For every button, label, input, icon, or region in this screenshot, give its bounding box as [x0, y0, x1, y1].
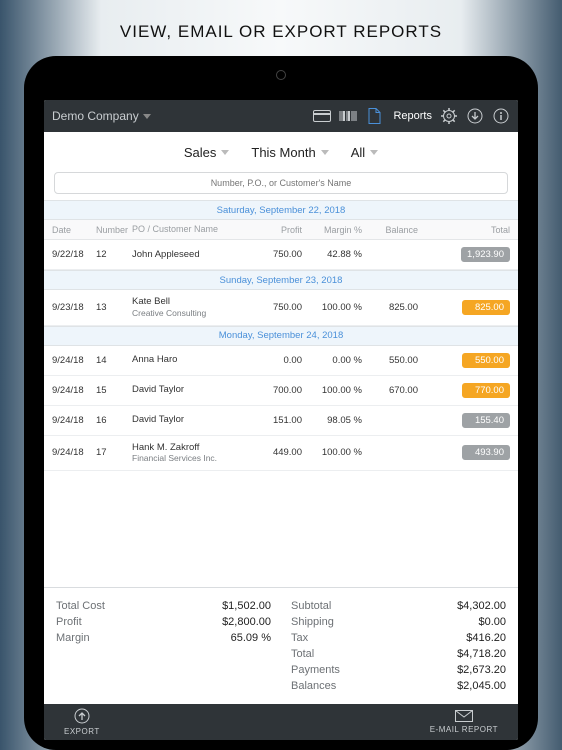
document-icon[interactable]: [365, 107, 383, 125]
marketing-banner: VIEW, EMAIL OR EXPORT REPORTS: [0, 0, 562, 54]
summary-line: Total Cost$1,502.00: [56, 598, 271, 614]
chevron-down-icon: [221, 150, 229, 155]
cell-total: 770.00: [418, 383, 510, 398]
cell-total: 550.00: [418, 353, 510, 368]
cell-customer: Kate BellCreative Consulting: [132, 296, 252, 319]
cell-customer: David Taylor: [132, 414, 252, 426]
gear-icon[interactable]: [440, 107, 458, 125]
cell-margin: 100.00 %: [302, 385, 362, 396]
card-icon[interactable]: [313, 107, 331, 125]
barcode-icon[interactable]: [339, 107, 357, 125]
cell-total: 493.90: [418, 445, 510, 460]
summary-line: Balances$2,045.00: [291, 678, 506, 694]
cell-date: 9/24/18: [52, 447, 96, 458]
cell-customer: Anna Haro: [132, 354, 252, 366]
cell-profit: 151.00: [252, 415, 302, 426]
cell-margin: 42.88 %: [302, 249, 362, 260]
cell-number: 15: [96, 385, 132, 396]
cell-profit: 700.00: [252, 385, 302, 396]
app-footer: EXPORT E-MAIL REPORT: [44, 704, 518, 740]
info-icon[interactable]: [492, 107, 510, 125]
camera-dot: [276, 70, 286, 80]
date-section-header: Monday, September 24, 2018: [44, 326, 518, 346]
cell-total: 155.40: [418, 413, 510, 428]
cell-balance: 550.00: [362, 355, 418, 366]
cell-number: 13: [96, 302, 132, 313]
cell-total: 825.00: [418, 300, 510, 315]
chevron-down-icon: [321, 150, 329, 155]
table-row[interactable]: 9/23/18 13 Kate BellCreative Consulting …: [44, 290, 518, 326]
date-section-header: Sunday, September 23, 2018: [44, 270, 518, 290]
table-row[interactable]: 9/24/18 15 David Taylor 700.00 100.00 % …: [44, 376, 518, 406]
app-screen: Demo Company Reports: [44, 100, 518, 740]
table-row[interactable]: 9/24/18 14 Anna Haro 0.00 0.00 % 550.00 …: [44, 346, 518, 376]
summary-line: Margin65.09 %: [56, 630, 271, 646]
cell-date: 9/24/18: [52, 385, 96, 396]
cell-profit: 750.00: [252, 302, 302, 313]
cell-number: 12: [96, 249, 132, 260]
cell-number: 14: [96, 355, 132, 366]
summary-line: Tax$416.20: [291, 630, 506, 646]
column-headers: DateNumber PO / Customer NameProfit Marg…: [44, 220, 518, 240]
filter-row: Sales This Month All: [44, 132, 518, 172]
reports-label: Reports: [393, 110, 432, 122]
cell-balance: 670.00: [362, 385, 418, 396]
cell-profit: 0.00: [252, 355, 302, 366]
cell-customer: David Taylor: [132, 384, 252, 396]
cell-customer: John Appleseed: [132, 249, 252, 261]
cell-profit: 750.00: [252, 249, 302, 260]
filter-period[interactable]: This Month: [251, 145, 328, 160]
summary-panel: Total Cost$1,502.00Profit$2,800.00Margin…: [44, 587, 518, 704]
tablet-frame: Demo Company Reports: [24, 56, 538, 750]
cell-number: 16: [96, 415, 132, 426]
cell-margin: 98.05 %: [302, 415, 362, 426]
summary-line: Profit$2,800.00: [56, 614, 271, 630]
cell-customer: Hank M. ZakroffFinancial Services Inc.: [132, 442, 252, 465]
company-name: Demo Company: [52, 109, 139, 123]
filter-scope[interactable]: All: [351, 145, 378, 160]
summary-line: Total$4,718.20: [291, 646, 506, 662]
summary-line: Subtotal$4,302.00: [291, 598, 506, 614]
cell-margin: 0.00 %: [302, 355, 362, 366]
table-row[interactable]: 9/24/18 16 David Taylor 151.00 98.05 % 1…: [44, 406, 518, 436]
summary-line: Payments$2,673.20: [291, 662, 506, 678]
cell-date: 9/24/18: [52, 355, 96, 366]
report-table: Saturday, September 22, 2018 DateNumber …: [44, 200, 518, 587]
chevron-down-icon: [370, 150, 378, 155]
cell-total: 1,923.90: [418, 247, 510, 262]
export-icon: [74, 708, 90, 726]
download-icon[interactable]: [466, 107, 484, 125]
search-input[interactable]: [54, 172, 508, 194]
cell-number: 17: [96, 447, 132, 458]
export-button[interactable]: EXPORT: [64, 708, 100, 736]
summary-line: Shipping$0.00: [291, 614, 506, 630]
summary-left: Total Cost$1,502.00Profit$2,800.00Margin…: [56, 598, 271, 694]
cell-balance: 825.00: [362, 302, 418, 313]
date-section-header: Saturday, September 22, 2018: [44, 200, 518, 220]
cell-date: 9/24/18: [52, 415, 96, 426]
email-report-button[interactable]: E-MAIL REPORT: [430, 710, 498, 734]
cell-date: 9/23/18: [52, 302, 96, 313]
table-row[interactable]: 9/24/18 17 Hank M. ZakroffFinancial Serv…: [44, 436, 518, 472]
summary-right: Subtotal$4,302.00Shipping$0.00Tax$416.20…: [291, 598, 506, 694]
cell-date: 9/22/18: [52, 249, 96, 260]
cell-margin: 100.00 %: [302, 447, 362, 458]
table-row[interactable]: 9/22/18 12 John Appleseed 750.00 42.88 %…: [44, 240, 518, 270]
cell-margin: 100.00 %: [302, 302, 362, 313]
cell-profit: 449.00: [252, 447, 302, 458]
chevron-down-icon: [143, 114, 151, 119]
mail-icon: [455, 710, 473, 724]
company-dropdown[interactable]: Demo Company: [52, 109, 151, 123]
app-header: Demo Company Reports: [44, 100, 518, 132]
filter-type[interactable]: Sales: [184, 145, 230, 160]
